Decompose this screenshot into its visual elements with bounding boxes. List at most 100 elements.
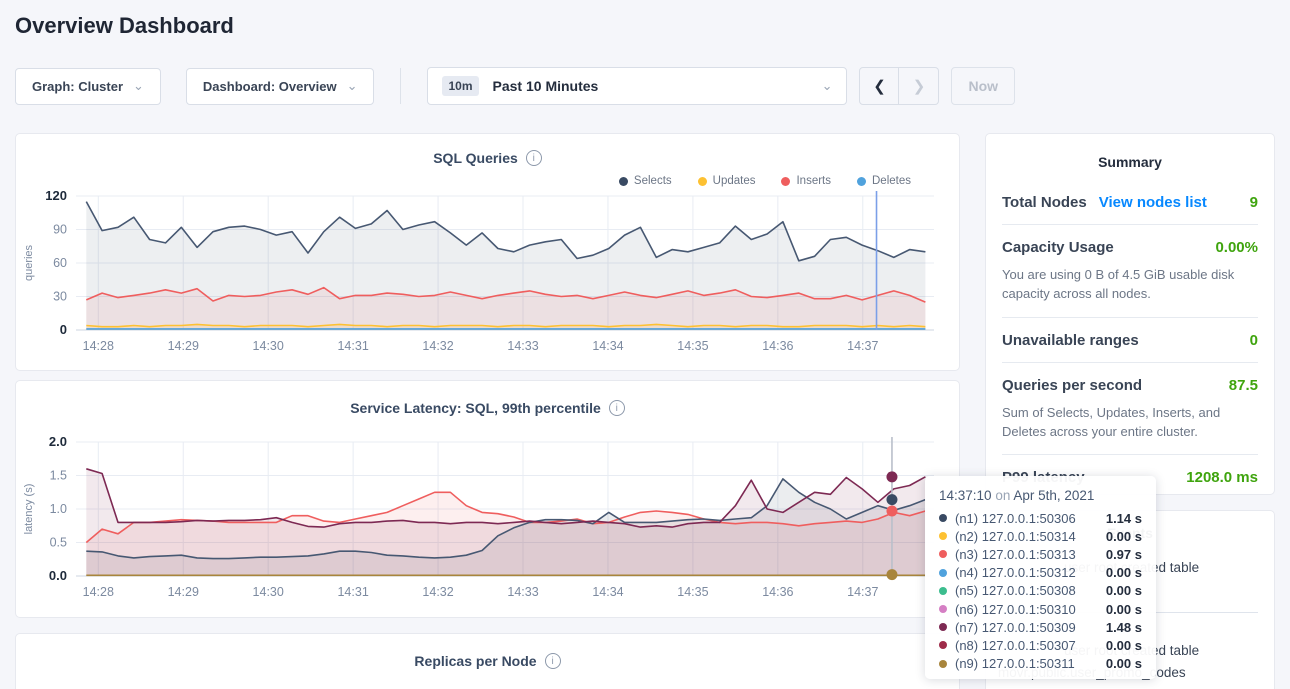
unavailable-ranges-label: Unavailable ranges [1002, 332, 1139, 349]
series-dot-icon [619, 177, 628, 186]
legend-label: Updates [713, 175, 756, 187]
service-latency-title: Service Latency: SQL, 99th percentile [350, 400, 601, 416]
svg-text:1.5: 1.5 [50, 469, 67, 483]
svg-text:14:34: 14:34 [592, 585, 623, 599]
svg-text:14:36: 14:36 [762, 585, 793, 599]
legend-item[interactable]: Deletes [857, 174, 911, 188]
view-nodes-list-link[interactable]: View nodes list [1099, 194, 1207, 211]
legend-item[interactable]: Updates [698, 174, 756, 188]
sql-queries-card: SQL Queries i Selects Updates Inserts Delet… [15, 133, 960, 371]
replicas-per-node-card: Replicas per Node i [15, 633, 960, 689]
info-icon[interactable]: i [609, 400, 625, 416]
service-latency-plot[interactable]: 14:28 14:29 14:30 14:31 14:32 14:33 14:34 14:35… [16, 434, 959, 615]
capacity-usage-value: 0.00% [1215, 239, 1258, 256]
info-icon[interactable]: i [545, 653, 561, 669]
series-dot-icon [857, 177, 866, 186]
tooltip-node-label: (n1) 127.0.0.1:50306 [955, 511, 1098, 526]
p99-latency-value: 1208.0 ms [1186, 469, 1258, 486]
tooltip-node-label: (n3) 127.0.0.1:50313 [955, 547, 1098, 562]
crosshair-dot [886, 569, 897, 580]
crosshair-dot [886, 471, 897, 482]
svg-text:14:37: 14:37 [847, 339, 878, 353]
svg-text:0.5: 0.5 [50, 536, 67, 550]
legend-item[interactable]: Inserts [781, 174, 831, 188]
sql-queries-title: SQL Queries [433, 150, 518, 166]
tooltip-node-value: 0.00 s [1106, 565, 1142, 580]
time-range-label: Past 10 Minutes [493, 78, 599, 94]
tooltip-node-value: 0.00 s [1106, 656, 1142, 671]
summary-row-capacity: Capacity Usage 0.00% [1002, 225, 1258, 260]
qps-value: 87.5 [1229, 377, 1258, 394]
tooltip-row: (n5) 127.0.0.1:503080.00 s [939, 582, 1142, 600]
series-dot-icon [939, 550, 947, 558]
tooltip-node-value: 0.00 s [1106, 638, 1142, 653]
time-next-button[interactable]: ❯ [899, 67, 939, 105]
qps-label: Queries per second [1002, 377, 1142, 394]
tooltip-row: (n6) 127.0.0.1:503100.00 s [939, 600, 1142, 618]
time-range-dropdown[interactable]: 10m Past 10 Minutes ⌄ [427, 67, 847, 105]
total-nodes-label: Total Nodes [1002, 194, 1087, 211]
crosshair-dot [886, 494, 897, 505]
tooltip-node-label: (n2) 127.0.0.1:50314 [955, 529, 1098, 544]
crosshair-dot [886, 506, 897, 517]
tooltip-node-label: (n4) 127.0.0.1:50312 [955, 565, 1098, 580]
time-prev-button[interactable]: ❮ [859, 67, 899, 105]
tooltip-node-value: 0.00 s [1106, 529, 1142, 544]
tooltip-row: (n4) 127.0.0.1:50312 0.00 s [939, 564, 1142, 582]
legend-label: Deletes [872, 175, 911, 187]
qps-desc: Sum of Selects, Updates, Inserts, and De… [1002, 398, 1258, 456]
tooltip-node-value: 1.48 s [1106, 620, 1142, 635]
svg-text:14:28: 14:28 [83, 585, 114, 599]
now-button[interactable]: Now [951, 67, 1015, 105]
svg-text:1.0: 1.0 [50, 502, 67, 516]
series-dot-icon [698, 177, 707, 186]
svg-text:30: 30 [53, 290, 67, 304]
legend-label: Inserts [796, 175, 831, 187]
tooltip-node-label: (n9) 127.0.0.1:50311 [955, 656, 1098, 671]
tooltip-node-value: 0.00 s [1106, 583, 1142, 598]
summary-panel: Summary Total Nodes View nodes list 9 Ca… [985, 133, 1275, 495]
svg-text:14:29: 14:29 [168, 339, 199, 353]
svg-text:14:37: 14:37 [847, 585, 878, 599]
series-dot-icon [939, 532, 947, 540]
svg-text:90: 90 [53, 223, 67, 237]
svg-text:14:33: 14:33 [507, 585, 538, 599]
graph-dropdown[interactable]: Graph: Cluster ⌄ [15, 68, 161, 105]
time-range-badge: 10m [442, 76, 478, 96]
summary-row-unavailable: Unavailable ranges 0 [1002, 318, 1258, 363]
series-dot-icon [939, 514, 947, 522]
sql-queries-plot[interactable]: 14:2814:2914:3014:3114:3214:3314:3414:35… [16, 188, 959, 369]
svg-text:14:34: 14:34 [592, 339, 623, 353]
summary-row-total-nodes: Total Nodes View nodes list 9 [1002, 180, 1258, 225]
series-dot-icon [939, 569, 947, 577]
svg-text:120: 120 [45, 188, 67, 203]
legend-item[interactable]: Selects [619, 174, 672, 188]
series-dot-icon [939, 587, 947, 595]
dashboard-dropdown-label: Dashboard: Overview [203, 79, 337, 94]
svg-text:14:30: 14:30 [253, 585, 284, 599]
svg-text:0.0: 0.0 [49, 568, 67, 583]
svg-text:2.0: 2.0 [49, 434, 67, 449]
sql-queries-legend: Selects Updates Inserts Deletes [16, 166, 959, 188]
chart-hover-tooltip: 14:37:10 on Apr 5th, 2021 (n1) 127.0.0.1… [925, 476, 1156, 679]
tooltip-row: (n9) 127.0.0.1:50311 0.00 s [939, 655, 1142, 673]
svg-text:14:29: 14:29 [168, 585, 199, 599]
tooltip-timestamp: 14:37:10 on Apr 5th, 2021 [939, 488, 1142, 503]
page-title: Overview Dashboard [15, 13, 234, 39]
toolbar-divider [400, 68, 401, 104]
svg-text:14:30: 14:30 [253, 339, 284, 353]
svg-text:0: 0 [60, 322, 67, 337]
svg-text:14:35: 14:35 [677, 585, 708, 599]
svg-text:latency (s): latency (s) [23, 484, 35, 535]
series-dot-icon [939, 605, 947, 613]
graph-dropdown-label: Graph: Cluster [32, 79, 123, 94]
svg-text:14:28: 14:28 [83, 339, 114, 353]
summary-row-qps: Queries per second 87.5 [1002, 363, 1258, 398]
svg-text:14:32: 14:32 [422, 585, 453, 599]
dashboard-dropdown[interactable]: Dashboard: Overview ⌄ [186, 68, 375, 105]
info-icon[interactable]: i [526, 150, 542, 166]
svg-text:14:31: 14:31 [337, 585, 368, 599]
time-step-buttons: ❮ ❯ [859, 67, 939, 105]
tooltip-row: (n2) 127.0.0.1:50314 0.00 s [939, 527, 1142, 545]
chevron-down-icon: ⌄ [822, 81, 833, 91]
